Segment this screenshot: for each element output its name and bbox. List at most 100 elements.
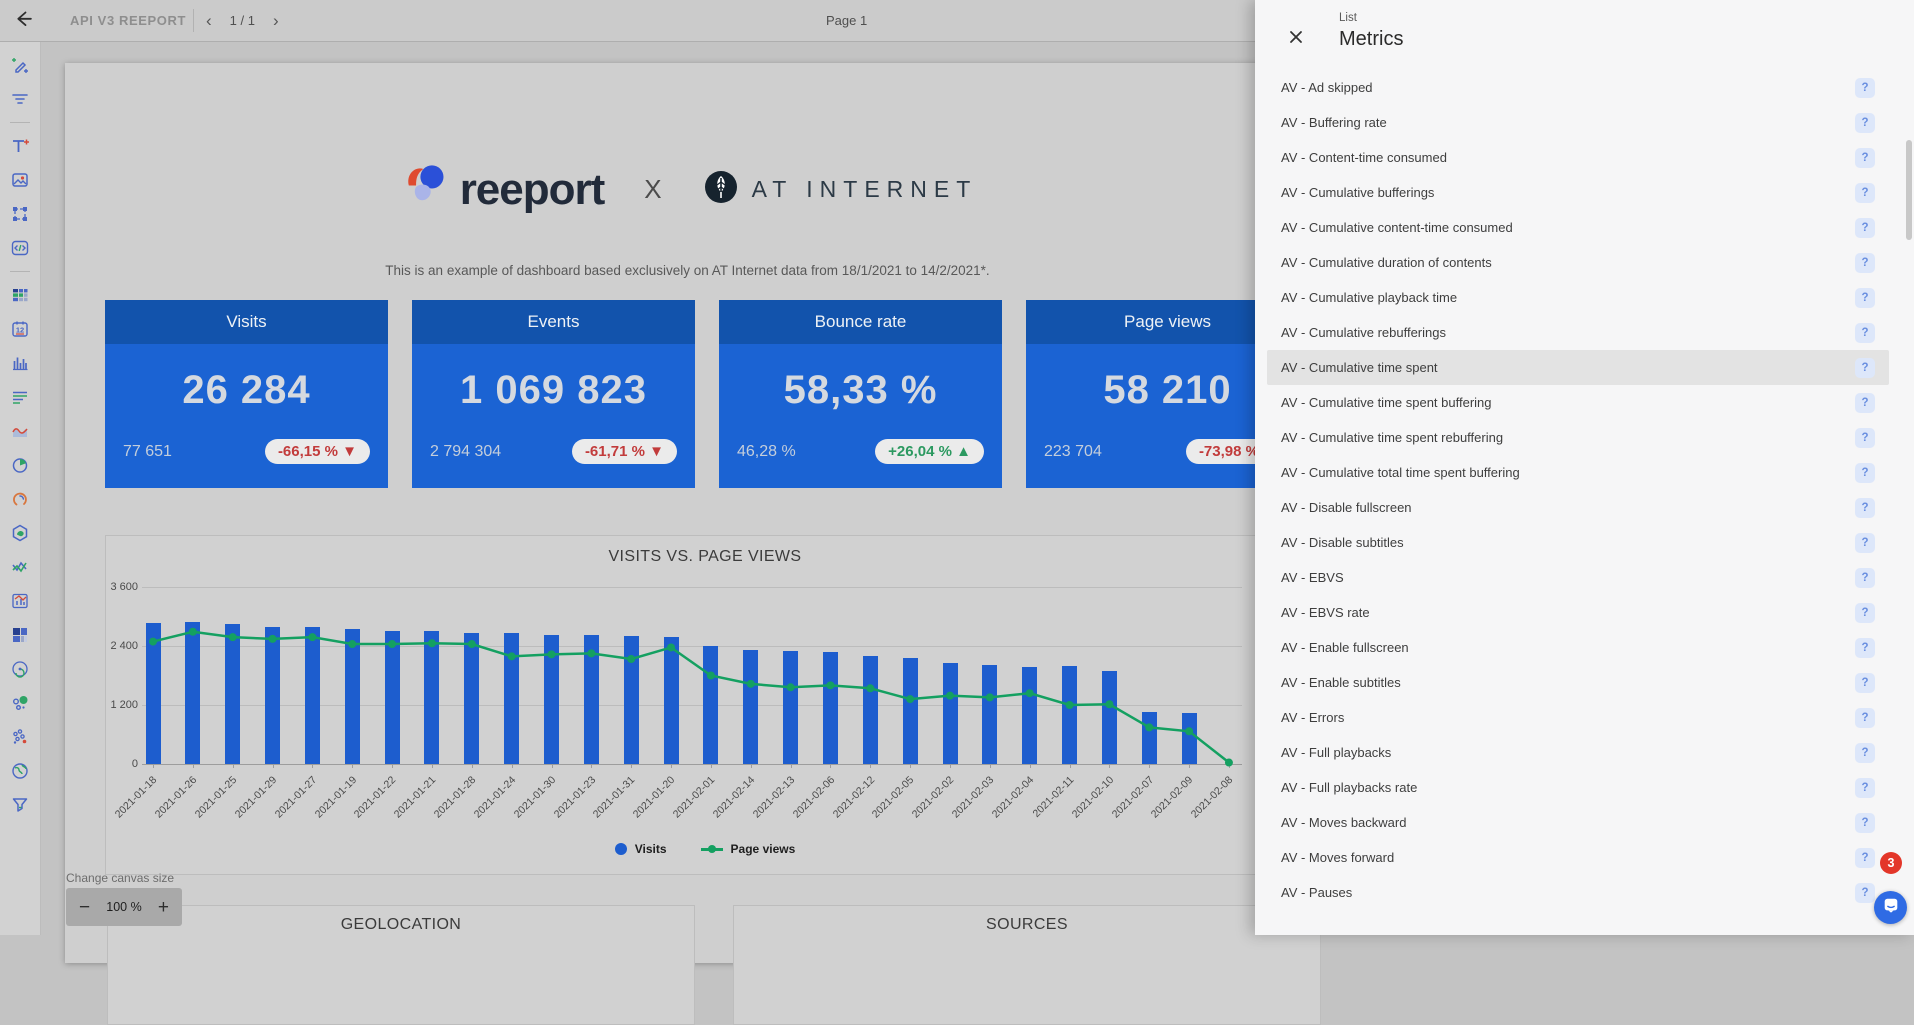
help-button[interactable]: ?: [1855, 708, 1875, 728]
metric-list-item[interactable]: AV - Cumulative content-time consumed?: [1267, 210, 1889, 245]
metric-list-item[interactable]: AV - Errors?: [1267, 700, 1889, 735]
help-button[interactable]: ?: [1855, 568, 1875, 588]
chat-button[interactable]: [1874, 891, 1907, 924]
metric-list-item[interactable]: AV - Cumulative duration of contents?: [1267, 245, 1889, 280]
visits-bar: [624, 636, 639, 764]
calendar-icon[interactable]: 12: [7, 316, 33, 342]
help-button[interactable]: ?: [1855, 218, 1875, 238]
treemap-icon[interactable]: [7, 622, 33, 648]
embed-code-icon[interactable]: [7, 235, 33, 261]
add-text-icon[interactable]: [7, 133, 33, 159]
pie-chart-icon[interactable]: [7, 452, 33, 478]
help-button[interactable]: ?: [1855, 428, 1875, 448]
help-button[interactable]: ?: [1855, 358, 1875, 378]
metric-list-item[interactable]: AV - Enable fullscreen?: [1267, 630, 1889, 665]
visits-bar: [305, 627, 320, 764]
image-icon[interactable]: [7, 167, 33, 193]
funnel-icon[interactable]: [7, 792, 33, 818]
x-axis-label: 2021-02-04: [990, 774, 1036, 820]
help-button[interactable]: ?: [1855, 288, 1875, 308]
metric-list-item[interactable]: AV - Content-time consumed?: [1267, 140, 1889, 175]
help-button[interactable]: ?: [1855, 183, 1875, 203]
filter-icon[interactable]: [7, 86, 33, 112]
zoom-in-button[interactable]: +: [155, 896, 172, 919]
help-button[interactable]: ?: [1855, 323, 1875, 343]
chevron-right-icon[interactable]: ›: [269, 12, 283, 29]
help-button[interactable]: ?: [1855, 813, 1875, 833]
metric-list-item[interactable]: AV - Buffering rate?: [1267, 105, 1889, 140]
help-button[interactable]: ?: [1855, 113, 1875, 133]
list-lines-icon[interactable]: [7, 384, 33, 410]
polygon-chart-icon[interactable]: [7, 520, 33, 546]
metric-list-item[interactable]: AV - Pauses?: [1267, 875, 1889, 910]
x-axis-tick: [791, 764, 792, 768]
metric-list-item[interactable]: AV - Full playbacks?: [1267, 735, 1889, 770]
metric-list-item[interactable]: AV - EBVS rate?: [1267, 595, 1889, 630]
metric-list-item[interactable]: AV - Moves backward?: [1267, 805, 1889, 840]
metric-list-item[interactable]: AV - Ad skipped?: [1267, 70, 1889, 105]
metric-list-item[interactable]: AV - Cumulative total time spent bufferi…: [1267, 455, 1889, 490]
help-button[interactable]: ?: [1855, 253, 1875, 273]
x-axis-label: 2021-02-09: [1149, 774, 1195, 820]
table-icon[interactable]: [7, 282, 33, 308]
metric-list-item[interactable]: AV - Cumulative bufferings?: [1267, 175, 1889, 210]
metric-list-item[interactable]: AV - Disable fullscreen?: [1267, 490, 1889, 525]
x-axis-label: 2021-01-21: [392, 774, 438, 820]
combo-chart-icon[interactable]: [7, 588, 33, 614]
help-button[interactable]: ?: [1855, 778, 1875, 798]
kpi-card[interactable]: Events 1 069 823 2 794 304 -61,71 % ▼: [412, 300, 695, 488]
metric-list-item[interactable]: AV - Cumulative time spent rebuffering?: [1267, 420, 1889, 455]
magic-pen-add-icon[interactable]: [7, 52, 33, 78]
bar-chart-icon[interactable]: [7, 350, 33, 376]
metric-list-item[interactable]: AV - Cumulative time spent?: [1267, 350, 1889, 385]
help-button[interactable]: ?: [1855, 393, 1875, 413]
help-button[interactable]: ?: [1855, 463, 1875, 483]
visits-bar: [703, 646, 718, 764]
metric-name: AV - Cumulative time spent: [1281, 360, 1438, 375]
metric-list-item[interactable]: AV - Full playbacks rate?: [1267, 770, 1889, 805]
metric-name: AV - Cumulative total time spent bufferi…: [1281, 465, 1520, 480]
help-button[interactable]: ?: [1855, 148, 1875, 168]
close-panel-button[interactable]: [1283, 26, 1309, 52]
area-chart-icon[interactable]: [7, 418, 33, 444]
help-button[interactable]: ?: [1855, 498, 1875, 518]
chevron-left-icon[interactable]: ‹: [202, 12, 216, 29]
visits-bar: [1022, 667, 1037, 764]
kpi-card[interactable]: Bounce rate 58,33 % 46,28 % +26,04 % ▲: [719, 300, 1002, 488]
help-button[interactable]: ?: [1855, 848, 1875, 868]
visits-bar: [225, 624, 240, 764]
zoom-out-button[interactable]: −: [76, 896, 93, 919]
map-icon[interactable]: [7, 758, 33, 784]
scatter-chart-icon[interactable]: [7, 724, 33, 750]
x-axis-tick: [432, 764, 433, 768]
x-axis-tick: [1109, 764, 1110, 768]
toolbar-divider: [193, 9, 194, 32]
metric-list-item[interactable]: AV - Cumulative time spent buffering?: [1267, 385, 1889, 420]
frame-icon[interactable]: [7, 201, 33, 227]
back-button[interactable]: [10, 8, 36, 34]
panel-scrollbar-thumb[interactable]: [1906, 140, 1912, 240]
help-button[interactable]: ?: [1855, 673, 1875, 693]
help-button[interactable]: ?: [1855, 603, 1875, 623]
help-button[interactable]: ?: [1855, 638, 1875, 658]
help-button[interactable]: ?: [1855, 743, 1875, 763]
gauge-icon[interactable]: [7, 486, 33, 512]
bubble-chart-icon[interactable]: [7, 690, 33, 716]
metric-list-item[interactable]: AV - EBVS?: [1267, 560, 1889, 595]
geolocation-widget[interactable]: GEOLOCATION: [107, 905, 695, 1025]
sources-widget[interactable]: SOURCES: [733, 905, 1321, 1025]
metric-list-item[interactable]: AV - Cumulative rebufferings?: [1267, 315, 1889, 350]
x-axis-label: 2021-02-02: [910, 774, 956, 820]
metric-list-item[interactable]: AV - Disable subtitles?: [1267, 525, 1889, 560]
help-button[interactable]: ?: [1855, 78, 1875, 98]
chart-widget[interactable]: VISITS VS. PAGE VIEWS 01 2002 4003 60020…: [105, 535, 1305, 875]
radar-chart-icon[interactable]: [7, 656, 33, 682]
help-button[interactable]: ?: [1855, 533, 1875, 553]
metric-list-item[interactable]: AV - Enable subtitles?: [1267, 665, 1889, 700]
metric-list-item[interactable]: AV - Moves forward?: [1267, 840, 1889, 875]
kpi-card[interactable]: Visits 26 284 77 651 -66,15 % ▼: [105, 300, 388, 488]
metric-list-item[interactable]: AV - Cumulative playback time?: [1267, 280, 1889, 315]
atinternet-logo: AT INTERNET: [702, 168, 978, 211]
zigzag-chart-icon[interactable]: [7, 554, 33, 580]
help-button[interactable]: ?: [1855, 883, 1875, 903]
